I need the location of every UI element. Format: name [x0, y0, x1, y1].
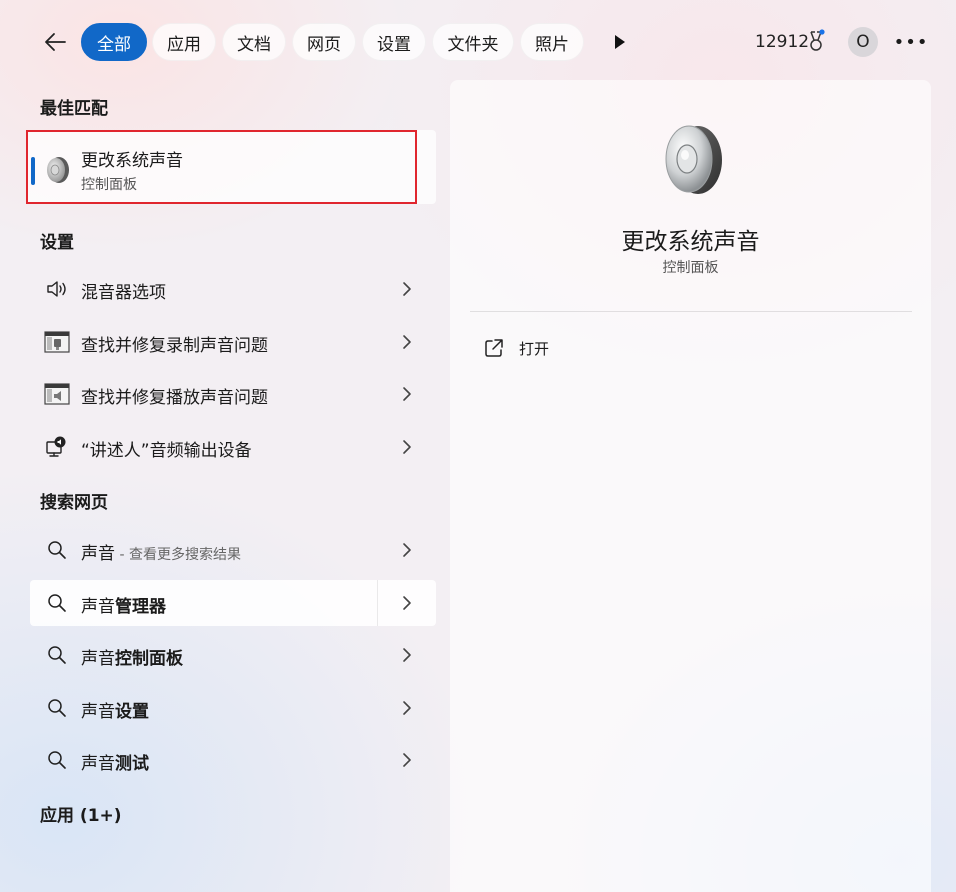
back-button[interactable] [38, 26, 72, 58]
web-item-label: 声音测试 [81, 754, 149, 774]
settings-item-fix-playback[interactable]: 查找并修复播放声音问题 [30, 371, 436, 417]
narrator-icon [44, 435, 70, 459]
chevron-right-icon [403, 335, 411, 349]
tab-folders[interactable]: 文件夹 [432, 23, 514, 61]
search-icon [44, 538, 70, 562]
search-icon [44, 748, 70, 772]
search-filter-bar: 全部 应用 文档 网页 设置 文件夹 照片 12912 O ••• [0, 22, 956, 62]
tab-web[interactable]: 网页 [292, 23, 356, 61]
settings-item-label: 查找并修复录制声音问题 [81, 336, 268, 356]
chevron-right-icon[interactable] [400, 594, 414, 612]
section-settings: 设置 [40, 233, 74, 253]
rewards-points: 12912 [755, 32, 810, 52]
chevron-right-icon [403, 753, 411, 767]
web-item-label: 声音设置 [81, 702, 149, 722]
section-apps: 应用 (1+) [40, 806, 122, 826]
tab-photos[interactable]: 照片 [520, 23, 584, 61]
troubleshoot-playback-icon [44, 382, 70, 406]
settings-item-narrator-output[interactable]: “讲述人”音频输出设备 [30, 424, 436, 470]
tab-documents[interactable]: 文档 [222, 23, 286, 61]
settings-item-mixer[interactable]: 混音器选项 [30, 266, 436, 312]
detail-title: 更改系统声音 [621, 229, 760, 255]
search-icon [44, 696, 70, 720]
settings-item-label: 混音器选项 [81, 283, 166, 303]
chevron-right-icon [403, 701, 411, 715]
best-match-subtitle: 控制面板 [81, 177, 137, 193]
web-item-sound-test[interactable]: 声音测试 [30, 737, 436, 783]
section-web-search: 搜索网页 [40, 493, 108, 513]
detail-separator [470, 311, 912, 312]
account-avatar[interactable]: O [848, 27, 878, 57]
web-item-more-results[interactable]: 声音 - 查看更多搜索结果 [30, 527, 436, 573]
settings-item-label: 查找并修复播放声音问题 [81, 388, 268, 408]
section-best-match: 最佳匹配 [40, 99, 108, 119]
chevron-right-icon [403, 543, 411, 557]
play-icon [615, 35, 625, 49]
search-icon [44, 591, 70, 615]
row-divider [377, 580, 378, 626]
speaker-icon [665, 125, 722, 194]
open-external-icon [485, 339, 503, 357]
open-button[interactable]: 打开 [470, 330, 912, 366]
web-item-label: 声音控制面板 [81, 649, 183, 669]
speaker-icon [47, 157, 69, 183]
web-item-label: 声音管理器 [81, 597, 166, 617]
more-filters-button[interactable] [605, 26, 635, 58]
settings-item-label: “讲述人”音频输出设备 [81, 441, 252, 461]
volume-icon [44, 277, 70, 301]
selection-indicator [31, 157, 35, 185]
best-match-title: 更改系统声音 [81, 151, 183, 171]
open-button-label: 打开 [519, 340, 550, 358]
chevron-right-icon [403, 282, 411, 296]
tab-settings[interactable]: 设置 [362, 23, 426, 61]
detail-panel: 更改系统声音 控制面板 打开 [450, 80, 931, 892]
web-item-label: 声音 - 查看更多搜索结果 [81, 544, 241, 564]
web-item-sound-settings[interactable]: 声音设置 [30, 685, 436, 731]
tab-all[interactable]: 全部 [81, 23, 147, 61]
back-arrow-icon [45, 33, 66, 51]
detail-subtitle: 控制面板 [662, 260, 719, 276]
tab-apps[interactable]: 应用 [152, 23, 216, 61]
search-icon [44, 643, 70, 667]
chevron-right-icon [403, 648, 411, 662]
web-item-sound-manager[interactable]: 声音管理器 [30, 580, 436, 626]
settings-item-fix-recording[interactable]: 查找并修复录制声音问题 [30, 319, 436, 365]
chevron-right-icon [403, 387, 411, 401]
rewards-icon[interactable] [806, 28, 826, 54]
troubleshoot-recording-icon [44, 330, 70, 354]
chevron-right-icon [403, 440, 411, 454]
more-options-button[interactable]: ••• [894, 27, 928, 57]
web-item-sound-control-panel[interactable]: 声音控制面板 [30, 632, 436, 678]
